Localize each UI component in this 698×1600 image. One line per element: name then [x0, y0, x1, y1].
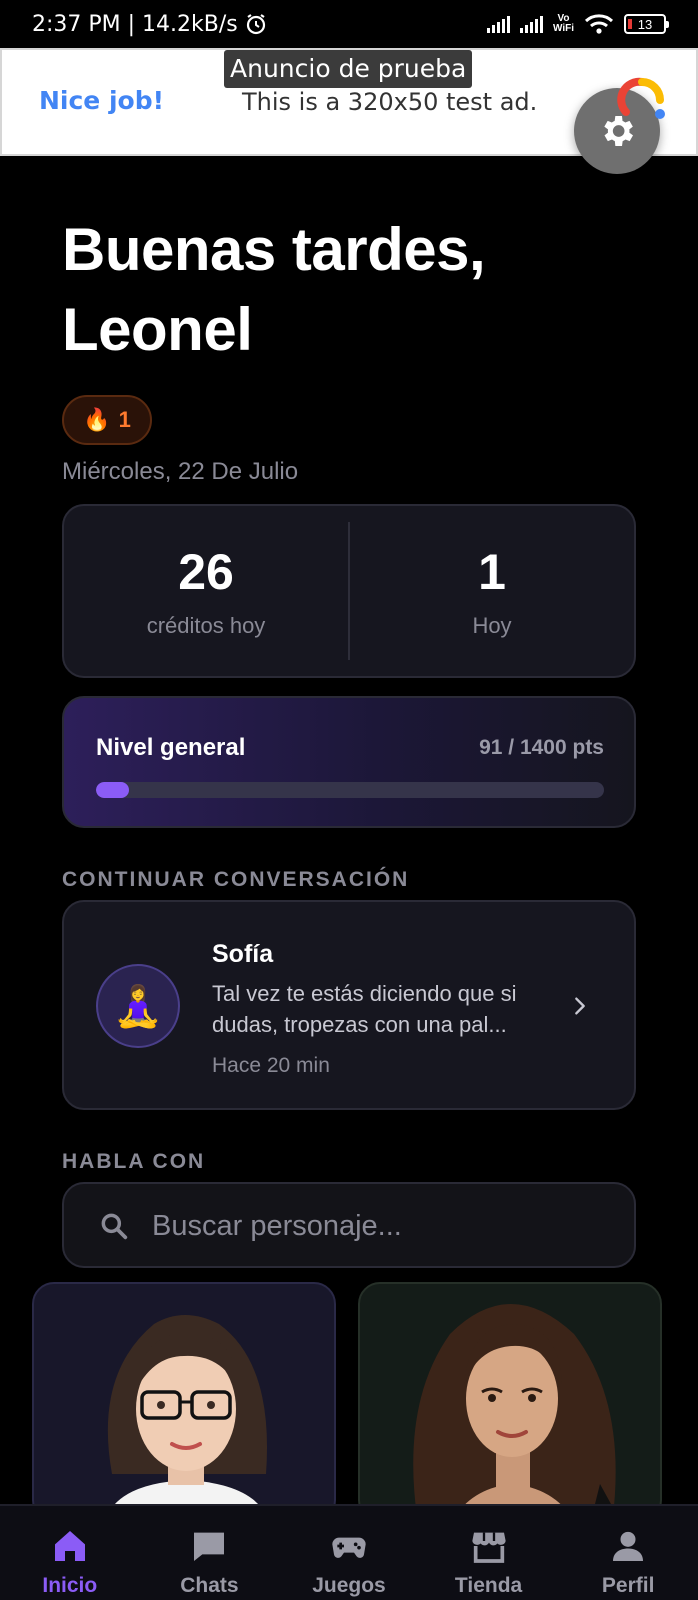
status-bar: 2:37 PM | 14.2kB/s Vo WiFi 13 [0, 0, 698, 48]
woman-with-wavy-hair-portrait [413, 1304, 620, 1520]
test-ad-banner[interactable]: Anuncio de prueba Nice job! This is a 32… [0, 48, 698, 174]
character-card[interactable] [32, 1282, 336, 1522]
nav-item-juegos[interactable]: Juegos [279, 1506, 419, 1600]
nav-item-perfil[interactable]: Perfil [558, 1506, 698, 1600]
level-title: Nivel general [96, 734, 246, 761]
conversation-preview: Tal vez te estás diciendo que si dudas, … [212, 981, 517, 1037]
stat-label: Hoy [472, 613, 512, 638]
avatar: 🧘‍♀️ [96, 964, 180, 1048]
stat-value: 26 [178, 544, 234, 600]
home-icon [48, 1524, 92, 1568]
person-icon [606, 1524, 650, 1568]
nav-item-chats[interactable]: Chats [140, 1506, 280, 1600]
stat-credits: 26 créditos hoy [64, 506, 348, 676]
streak-count: 1 [118, 407, 131, 432]
status-time-network: 2:37 PM | 14.2kB/s [32, 11, 238, 37]
talk-section-title: HABLA CON [62, 1150, 206, 1173]
search-input[interactable] [152, 1204, 612, 1248]
bottom-navigation: Inicio Chats Juegos Tienda Perfil [0, 1504, 698, 1600]
nav-item-inicio[interactable]: Inicio [0, 1506, 140, 1600]
stat-today: 1 Hoy [350, 506, 634, 676]
stat-label: créditos hoy [146, 613, 266, 638]
level-progress-bar [96, 782, 604, 798]
fire-icon: 🔥 [83, 407, 111, 432]
character-card[interactable] [358, 1282, 662, 1522]
greeting-title: Buenas tardes, Leonel [62, 216, 486, 363]
signal-icon [486, 15, 510, 33]
store-icon [467, 1524, 511, 1568]
status-bar-right: Vo WiFi 13 [486, 13, 669, 35]
nav-label: Juegos [312, 1574, 386, 1597]
stats-card: 26 créditos hoy 1 Hoy [62, 504, 636, 678]
conversation-time: Hace 20 min [212, 1054, 330, 1077]
search-icon [101, 1213, 128, 1240]
level-card[interactable]: Nivel general 91 / 1400 pts [62, 696, 636, 828]
conversation-name: Sofía [212, 940, 274, 968]
nav-item-tienda[interactable]: Tienda [419, 1506, 559, 1600]
nav-label: Chats [180, 1574, 239, 1597]
status-bar-left: 2:37 PM | 14.2kB/s [32, 12, 268, 37]
ad-label: Anuncio de prueba [224, 50, 473, 88]
chevron-right-icon [562, 988, 598, 1024]
meditation-emoji-icon: 🧘‍♀️ [113, 984, 163, 1029]
continue-section-title: CONTINUAR CONVERSACIÓN [62, 868, 410, 891]
search-bar[interactable] [62, 1182, 636, 1268]
chat-icon [187, 1524, 231, 1568]
alarm-clock-icon [246, 14, 265, 35]
nav-label: Inicio [42, 1574, 98, 1597]
gamepad-icon [327, 1524, 371, 1568]
level-points: 91 / 1400 pts [479, 736, 604, 759]
stat-value: 1 [478, 544, 506, 600]
vowifi-icon: Vo WiFi [552, 13, 574, 34]
streak-badge[interactable]: 🔥 1 [62, 395, 152, 445]
battery-icon: 13 [624, 14, 669, 34]
ad-nice-job: Nice job! [39, 86, 165, 115]
wifi-icon [584, 14, 614, 34]
continue-conversation-card[interactable]: 🧘‍♀️ Sofía Tal vez te estás diciendo que… [62, 900, 636, 1110]
level-progress-fill [96, 782, 130, 798]
ad-logo-icon [617, 77, 665, 119]
current-date: Miércoles, 22 De Julio [62, 458, 299, 485]
signal-icon-2 [519, 15, 543, 33]
nav-label: Perfil [601, 1574, 655, 1597]
nav-label: Tienda [454, 1574, 523, 1597]
woman-with-glasses-portrait [105, 1315, 269, 1520]
ad-text: This is a 320x50 test ad. [242, 88, 538, 116]
